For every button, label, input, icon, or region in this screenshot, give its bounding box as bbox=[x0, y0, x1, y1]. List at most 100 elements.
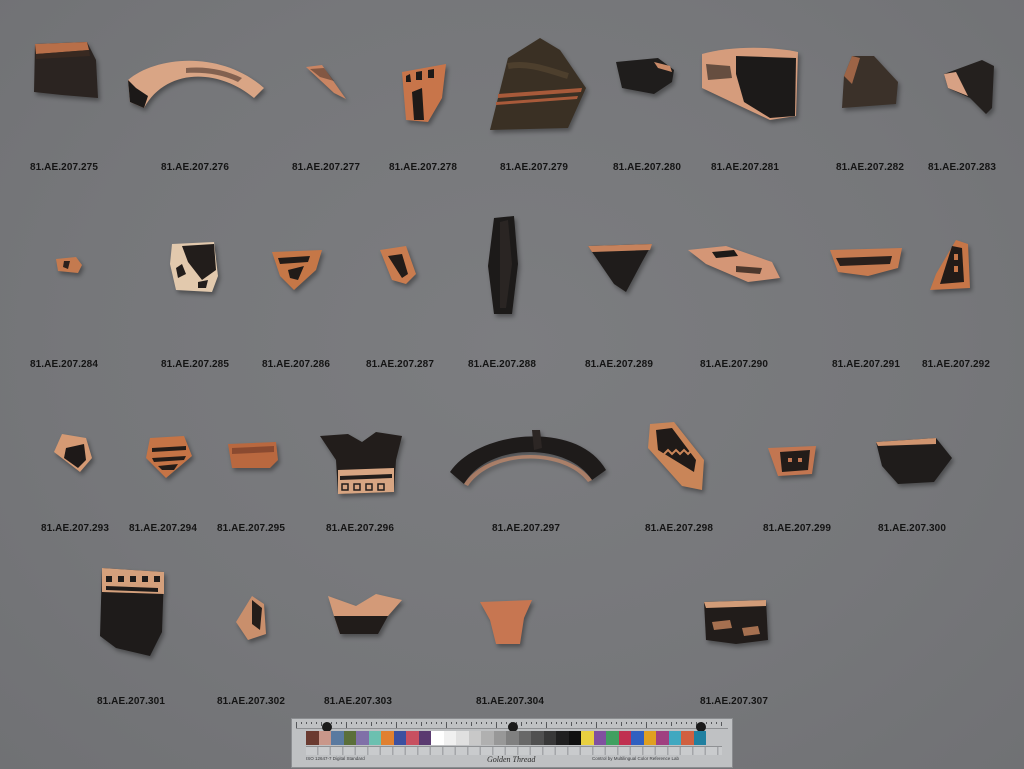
color-patch bbox=[343, 731, 356, 745]
ruler-tick bbox=[476, 722, 477, 724]
ruler-tick bbox=[356, 722, 357, 724]
fragment-289 bbox=[588, 244, 652, 292]
ruler-tick bbox=[546, 722, 547, 728]
color-patch bbox=[568, 731, 581, 745]
ruler-tick bbox=[456, 722, 457, 724]
color-patch bbox=[606, 731, 619, 745]
catalog-label: 81.AE.207.277 bbox=[291, 162, 361, 173]
ruler-tick bbox=[466, 722, 467, 724]
color-patch bbox=[331, 731, 344, 745]
fragment-301 bbox=[100, 568, 164, 656]
ruler-tick bbox=[346, 722, 347, 728]
ruler-tick bbox=[596, 722, 597, 728]
ruler-tick bbox=[611, 722, 612, 724]
photo-backdrop: 81.AE.207.275 81.AE.207.276 81.AE.207.27… bbox=[0, 0, 1024, 769]
color-patch bbox=[656, 731, 669, 745]
fragment-299 bbox=[768, 446, 816, 476]
ruler-tick bbox=[306, 722, 307, 724]
color-patch bbox=[418, 731, 431, 745]
fragment-276 bbox=[128, 60, 264, 108]
ruler-tick bbox=[436, 722, 437, 724]
ruler-tick bbox=[371, 722, 372, 726]
ruler-tick bbox=[301, 722, 302, 724]
ruler-tick bbox=[381, 722, 382, 724]
ruler-tick bbox=[656, 722, 657, 724]
ruler-tick bbox=[581, 722, 582, 724]
catalog-label: 81.AE.207.284 bbox=[29, 359, 99, 370]
fragment-286 bbox=[272, 250, 322, 290]
card-note-left: ISO 12647-7 Digital Standard bbox=[306, 756, 365, 761]
fragment-295 bbox=[228, 442, 278, 468]
color-patch bbox=[406, 731, 419, 745]
color-patch bbox=[618, 731, 631, 745]
color-patch bbox=[581, 731, 594, 745]
fragment-296 bbox=[320, 432, 402, 494]
ruler-tick bbox=[531, 722, 532, 724]
ruler-tick bbox=[576, 722, 577, 724]
ruler-tick bbox=[586, 722, 587, 724]
ruler-tick bbox=[561, 722, 562, 724]
ruler-tick bbox=[391, 722, 392, 724]
fragment-279 bbox=[490, 38, 586, 130]
ruler-tick bbox=[351, 722, 352, 724]
ruler-tick bbox=[646, 722, 647, 728]
ruler-tick bbox=[336, 722, 337, 724]
patch-number-strip bbox=[306, 746, 722, 755]
fragment-280 bbox=[616, 58, 674, 94]
color-patch bbox=[481, 731, 494, 745]
color-patch bbox=[531, 731, 544, 745]
fragment-297 bbox=[450, 430, 606, 486]
ruler-tick bbox=[386, 722, 387, 724]
color-patch bbox=[506, 731, 519, 745]
ruler-tick bbox=[591, 722, 592, 724]
ruler-tick bbox=[716, 722, 717, 724]
ruler-tick bbox=[661, 722, 662, 724]
ruler-tick bbox=[501, 722, 502, 724]
catalog-label: 81.AE.207.294 bbox=[128, 523, 198, 534]
ruler-tick bbox=[566, 722, 567, 724]
color-patch bbox=[368, 731, 381, 745]
color-patch bbox=[431, 731, 444, 745]
ruler-tick bbox=[316, 722, 317, 724]
color-patch bbox=[543, 731, 556, 745]
catalog-label: 81.AE.207.289 bbox=[584, 359, 654, 370]
ruler-tick bbox=[366, 722, 367, 724]
color-patch bbox=[556, 731, 569, 745]
catalog-label: 81.AE.207.291 bbox=[831, 359, 901, 370]
color-calibration-card: ISO 12647-7 Digital Standard Golden Thre… bbox=[291, 718, 733, 768]
fragment-288 bbox=[488, 216, 518, 314]
catalog-label: 81.AE.207.288 bbox=[467, 359, 537, 370]
catalog-label: 81.AE.207.278 bbox=[388, 162, 458, 173]
ruler-tick bbox=[376, 722, 377, 724]
fragment-282 bbox=[842, 56, 898, 108]
catalog-label: 81.AE.207.300 bbox=[877, 523, 947, 534]
ruler-tick bbox=[426, 722, 427, 724]
catalog-label: 81.AE.207.293 bbox=[40, 523, 110, 534]
catalog-label: 81.AE.207.279 bbox=[499, 162, 569, 173]
ruler-tick bbox=[341, 722, 342, 724]
catalog-label: 81.AE.207.297 bbox=[491, 523, 561, 534]
catalog-label: 81.AE.207.285 bbox=[160, 359, 230, 370]
ruler-tick bbox=[601, 722, 602, 724]
ruler-tick bbox=[686, 722, 687, 724]
ruler-tick bbox=[571, 722, 572, 726]
catalog-label: 81.AE.207.298 bbox=[644, 523, 714, 534]
ruler-tick bbox=[651, 722, 652, 724]
catalog-label: 81.AE.207.296 bbox=[325, 523, 395, 534]
catalog-label: 81.AE.207.302 bbox=[216, 696, 286, 707]
ruler-tick bbox=[461, 722, 462, 724]
fragment-302 bbox=[236, 596, 266, 640]
fragment-307 bbox=[704, 600, 768, 644]
fragment-298 bbox=[648, 422, 704, 490]
fragment-277 bbox=[306, 65, 346, 99]
ruler-tick bbox=[671, 722, 672, 726]
fragment-300 bbox=[876, 438, 952, 484]
ruler-tick bbox=[676, 722, 677, 724]
catalog-label: 81.AE.207.303 bbox=[323, 696, 393, 707]
color-patch bbox=[443, 731, 456, 745]
color-patch bbox=[318, 731, 331, 745]
ruler-tick bbox=[711, 722, 712, 724]
ruler-tick bbox=[641, 722, 642, 724]
ruler-tick bbox=[621, 722, 622, 726]
catalog-label: 81.AE.207.304 bbox=[475, 696, 545, 707]
